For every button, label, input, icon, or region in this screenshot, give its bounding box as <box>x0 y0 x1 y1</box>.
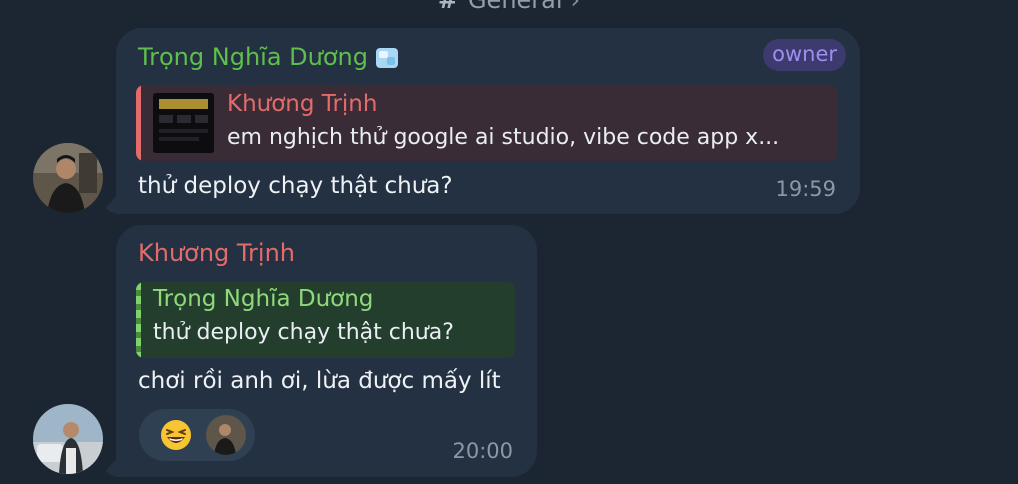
avatar[interactable] <box>33 143 103 213</box>
topic-header[interactable]: # General › <box>0 0 1018 14</box>
hash-icon: # <box>437 0 458 14</box>
reply-bar <box>136 282 141 358</box>
reply-quote[interactable]: Trọng Nghĩa Dương thử deploy chạy thật c… <box>136 282 515 358</box>
message-bubble[interactable]: Khương Trịnh Trọng Nghĩa Dương thử deplo… <box>116 225 537 477</box>
owner-badge: owner <box>763 39 846 71</box>
message-text: chơi rồi anh ơi, lừa được mấy lít <box>138 368 501 394</box>
sender-name[interactable]: Trọng Nghĩa Dương <box>138 43 400 71</box>
reply-bar <box>136 85 141 161</box>
avatar[interactable] <box>33 404 103 474</box>
topic-title: General <box>467 0 563 14</box>
reactor-avatar <box>206 415 246 455</box>
reaction-chip[interactable] <box>139 409 255 461</box>
reply-quote[interactable]: Khương Trịnh em nghịch thử google ai stu… <box>136 85 838 161</box>
reply-author: Trọng Nghĩa Dương <box>153 286 374 312</box>
message-time: 19:59 <box>775 177 836 201</box>
sender-name[interactable]: Khương Trịnh <box>138 239 295 267</box>
ice-cube-icon <box>374 45 400 71</box>
chevron-right-icon: › <box>570 0 581 14</box>
reply-text: em nghịch thử google ai studio, vibe cod… <box>227 125 780 150</box>
message-text: thử deploy chạy thật chưa? <box>138 173 453 199</box>
grinning-squinting-face-icon <box>160 419 192 451</box>
message-bubble[interactable]: Trọng Nghĩa Dương owner Khương Trịnh em … <box>116 28 860 214</box>
reply-text: thử deploy chạy thật chưa? <box>153 320 454 345</box>
message-time: 20:00 <box>452 439 513 463</box>
reply-thumbnail <box>153 93 214 153</box>
reply-author: Khương Trịnh <box>227 91 378 117</box>
